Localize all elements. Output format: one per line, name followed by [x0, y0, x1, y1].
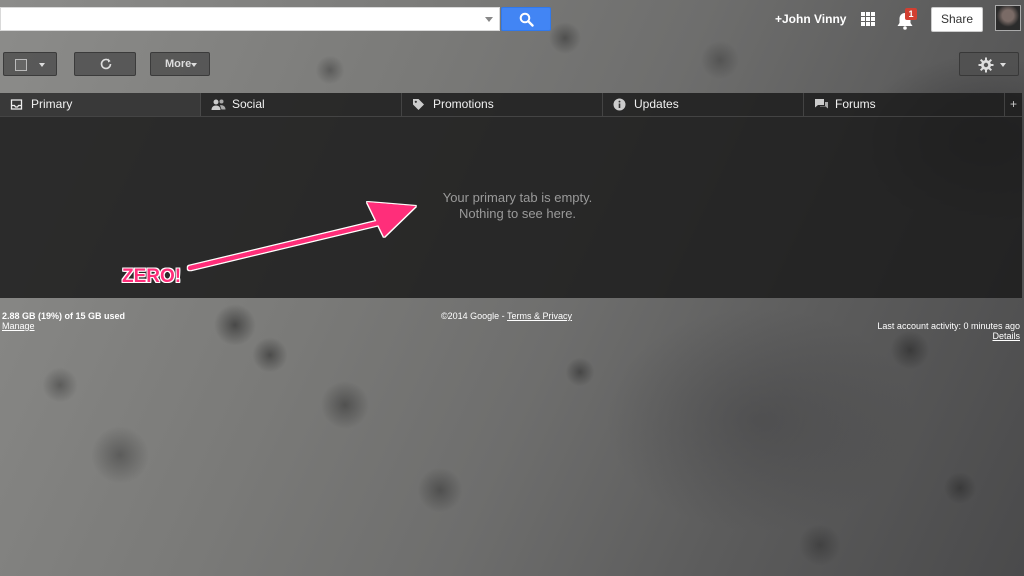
add-tab-button[interactable]: +	[1005, 93, 1022, 116]
chevron-down-icon	[39, 63, 45, 67]
more-button-label: More	[165, 58, 192, 70]
category-tabs: Primary Social Promotions Updates Forums…	[0, 93, 1022, 117]
tab-label: Forums	[835, 97, 876, 111]
more-button[interactable]: More	[150, 52, 210, 76]
notification-count-badge: 1	[905, 8, 917, 20]
user-profile-link[interactable]: +John Vinny	[775, 12, 846, 26]
tab-label: Primary	[31, 97, 73, 111]
annotation-arrow-icon	[187, 202, 416, 271]
refresh-button[interactable]	[74, 52, 136, 76]
chat-icon	[815, 99, 828, 109]
empty-state-message: Your primary tab is empty. Nothing to se…	[395, 190, 640, 222]
search-options-caret-icon[interactable]	[485, 17, 493, 22]
copyright: ©2014 Google - Terms & Privacy	[441, 311, 572, 322]
empty-state-line1: Your primary tab is empty.	[442, 190, 593, 205]
select-checkbox-button[interactable]	[3, 52, 57, 76]
tab-forums[interactable]: Forums	[804, 93, 1005, 116]
people-icon	[211, 99, 226, 110]
copyright-text: ©2014 Google -	[441, 311, 508, 321]
tab-label: Promotions	[433, 97, 494, 111]
manage-storage-link[interactable]: Manage	[2, 321, 35, 332]
chevron-down-icon	[191, 63, 197, 67]
tab-social[interactable]: Social	[201, 93, 402, 116]
tab-label: Updates	[634, 97, 679, 111]
refresh-icon	[100, 58, 112, 70]
checkbox-icon	[15, 59, 27, 71]
apps-grid-icon[interactable]	[861, 12, 875, 26]
tab-updates[interactable]: Updates	[603, 93, 804, 116]
terms-privacy-link[interactable]: Terms & Privacy	[507, 311, 572, 321]
details-link[interactable]: Details	[992, 331, 1020, 342]
empty-state-line2: Nothing to see here.	[458, 206, 577, 221]
annotation-label: ZERO!	[122, 266, 182, 287]
tab-primary[interactable]: Primary	[0, 93, 201, 116]
search-icon	[519, 12, 534, 27]
info-icon	[613, 98, 626, 111]
settings-button[interactable]	[959, 52, 1019, 76]
avatar[interactable]	[995, 5, 1021, 31]
tab-promotions[interactable]: Promotions	[402, 93, 603, 116]
search-button[interactable]	[501, 7, 551, 31]
share-button[interactable]: Share	[931, 7, 983, 32]
chevron-down-icon	[1000, 63, 1006, 67]
inbox-icon	[10, 99, 23, 110]
tab-label: Social	[232, 97, 265, 111]
search-input[interactable]	[0, 7, 500, 31]
tag-icon	[413, 99, 424, 110]
gear-icon	[978, 57, 994, 73]
